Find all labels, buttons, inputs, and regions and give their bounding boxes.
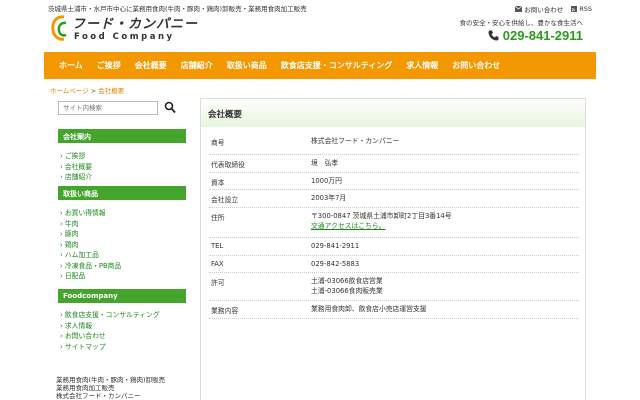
row-label: 業務内容: [211, 307, 239, 315]
sidebar-heading-foodcompany: Foodcompany: [58, 289, 186, 303]
sidebar-list-products: お買い得情報 牛肉 豚肉 鶏肉 ハム加工品 冷凍食品・PB商品 日配品: [60, 208, 121, 282]
table-row: 業務内容 業務用食肉卸、飲食店小売店運営支援: [209, 301, 579, 319]
row-label: FAX: [211, 260, 224, 268]
phone-icon: [488, 30, 499, 41]
breadcrumb-home[interactable]: ホームページ: [50, 87, 89, 95]
search-icon[interactable]: [164, 101, 176, 114]
sidebar-item-company[interactable]: 会社概要: [60, 162, 92, 173]
mail-icon: [515, 6, 523, 12]
sidebar-item-beef[interactable]: 牛肉: [60, 219, 121, 230]
phone-number: 029-841-2911: [502, 28, 583, 43]
header-phone[interactable]: 029-841-2911: [488, 28, 583, 43]
sidebar-item-consulting[interactable]: 飲食店支援・コンサルティング: [60, 310, 160, 321]
row-label: 住所: [211, 214, 225, 222]
breadcrumb-separator: >: [90, 87, 97, 95]
breadcrumb-current: 会社概要: [98, 87, 125, 95]
table-row: 商号 株式会社フード・カンパニー: [209, 133, 579, 155]
table-row: 会社設立 2003年7月: [209, 190, 579, 208]
company-overview-panel: 会社概要 商号 株式会社フード・カンパニー 代表取締役 境 弘孝 資本 1000…: [200, 98, 586, 400]
sidebar-item-deals[interactable]: お買い得情報: [60, 208, 121, 219]
sidebar-item-sitemap[interactable]: サイトマップ: [60, 342, 160, 353]
global-nav: ホーム ご挨拶 会社概要 店舗紹介 取扱い商品 飲食店支援・コンサルティング 求…: [44, 52, 596, 79]
table-row: FAX 029-842-5883: [209, 256, 579, 273]
logo[interactable]: フード・カンパニー Food Company: [50, 12, 200, 44]
rss-icon: [571, 6, 578, 12]
row-label: TEL: [211, 242, 224, 250]
nav-stores[interactable]: 店舗紹介: [174, 60, 220, 71]
sidebar-list-foodcompany: 飲食店支援・コンサルティング 求人情報 お問い合わせ サイトマップ: [60, 310, 160, 352]
sidebar-item-pork[interactable]: 豚肉: [60, 229, 121, 240]
table-row: 資本 1000万円: [209, 173, 579, 190]
search-input[interactable]: [58, 101, 158, 115]
sidebar-footer: 業務用食肉(牛肉・豚肉・鶏肉)卸販売 業務用食肉加工販売 株式会社フード・カンパ…: [56, 376, 165, 400]
sidebar-heading-products: 取扱い商品: [58, 186, 186, 200]
row-label: 商号: [211, 139, 225, 147]
footer-line: 株式会社フード・カンパニー: [56, 392, 141, 400]
contact-link-label: お問い合わせ: [524, 6, 564, 14]
contact-link[interactable]: お問い合わせ: [515, 4, 563, 14]
access-link[interactable]: 交通アクセスはこちら。: [311, 222, 579, 232]
nav-consulting[interactable]: 飲食店支援・コンサルティング: [274, 60, 400, 71]
sidebar-heading-company: 会社案内: [58, 129, 186, 143]
footer-line: 業務用食肉加工販売: [56, 384, 115, 392]
row-label: 資本: [211, 179, 225, 187]
nav-company[interactable]: 会社概要: [128, 60, 174, 71]
row-label: 許可: [211, 279, 225, 287]
company-info-table: 商号 株式会社フード・カンパニー 代表取締役 境 弘孝 資本 1000万円 会社…: [209, 133, 579, 319]
logo-text-en: Food Company: [74, 32, 175, 42]
table-row: 代表取締役 境 弘孝: [209, 155, 579, 173]
sidebar-item-recruit[interactable]: 求人情報: [60, 321, 160, 332]
footer-line: 業務用食肉(牛肉・豚肉・鶏肉)卸販売: [56, 376, 166, 384]
nav-greeting[interactable]: ご挨拶: [90, 60, 128, 71]
table-row: TEL 029-841-2911: [209, 238, 579, 256]
nav-products[interactable]: 取扱い商品: [220, 60, 274, 71]
row-value: 土浦-03066食肉販売業: [311, 286, 383, 295]
sidebar-item-greeting[interactable]: ご挨拶: [60, 151, 92, 162]
sidebar-item-contact[interactable]: お問い合わせ: [60, 331, 160, 342]
row-value: 業務用食肉卸、飲食店小売店運営支援: [311, 305, 427, 313]
row-value: 029-842-5883: [311, 260, 360, 268]
row-value: 境 弘孝: [311, 159, 339, 167]
header-subtext: 食の安全・安心を供給し、豊かな食生活へ: [459, 19, 584, 27]
breadcrumb: ホームページ > 会社概要: [50, 85, 124, 95]
row-value: 〒300-0847 茨城県土浦市卸町2丁目3番14号: [311, 212, 452, 220]
sidebar-item-frozen[interactable]: 冷凍食品・PB商品: [60, 261, 121, 272]
row-value: 1000万円: [311, 177, 342, 185]
row-value: 2003年7月: [311, 194, 347, 202]
rss-link-label: RSS: [579, 5, 592, 13]
nav-recruit[interactable]: 求人情報: [399, 60, 445, 71]
sidebar-item-chicken[interactable]: 鶏肉: [60, 240, 121, 251]
table-row: 住所 〒300-0847 茨城県土浦市卸町2丁目3番14号 交通アクセスはこちら…: [209, 208, 579, 238]
sidebar-item-ham[interactable]: ハム加工品: [60, 250, 121, 261]
rss-link[interactable]: RSS: [571, 5, 592, 13]
logo-mark-icon: [51, 15, 67, 41]
header-links: お問い合わせ RSS: [515, 4, 592, 14]
row-value: 029-841-2911: [311, 242, 360, 250]
row-label: 代表取締役: [211, 161, 245, 169]
sidebar-item-stores[interactable]: 店舗紹介: [60, 172, 92, 183]
row-label: 会社設立: [211, 196, 239, 204]
table-row: 許可 土浦-03066飲食店営業 土浦-03066食肉販売業: [209, 273, 579, 301]
row-value: 株式会社フード・カンパニー: [311, 137, 400, 145]
page-title: 会社概要: [201, 99, 585, 127]
nav-home[interactable]: ホーム: [52, 60, 90, 71]
sidebar-item-daily[interactable]: 日配品: [60, 271, 121, 282]
logo-text-jp: フード・カンパニー: [72, 17, 199, 32]
nav-contact[interactable]: お問い合わせ: [445, 60, 507, 71]
sidebar-list-company: ご挨拶 会社概要 店舗紹介: [60, 151, 92, 183]
row-value: 土浦-03066飲食店営業: [311, 277, 383, 285]
